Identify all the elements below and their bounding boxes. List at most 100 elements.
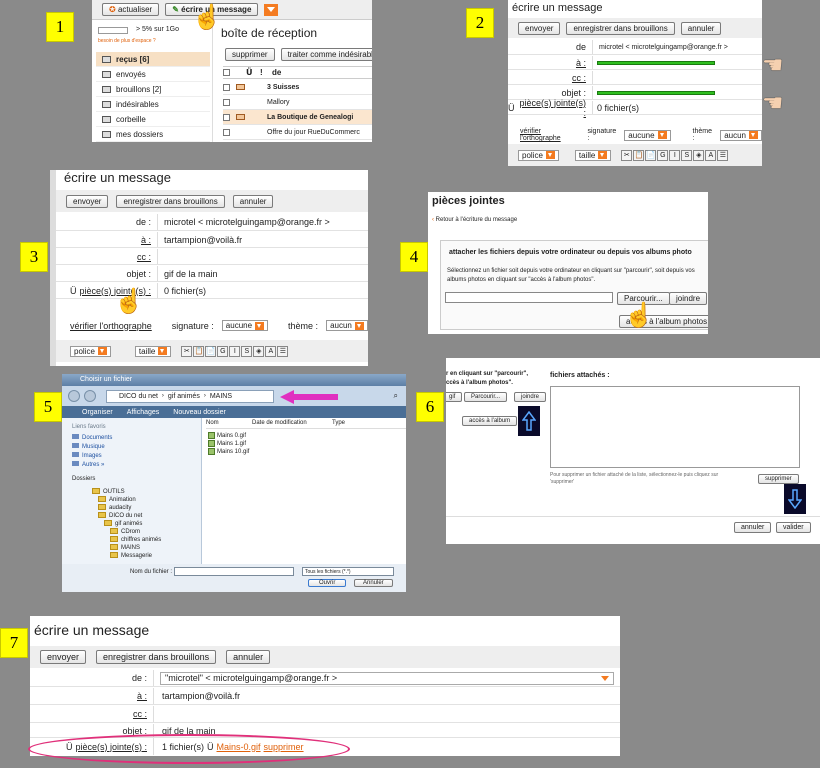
spellcheck-link[interactable]: vérifier l'orthographe — [520, 128, 574, 142]
file-path-input[interactable] — [445, 292, 613, 303]
browse-button[interactable]: Parcourir... — [464, 392, 508, 402]
to-label[interactable]: à : — [508, 56, 593, 69]
cancel-button[interactable]: annuler — [734, 522, 772, 533]
row-checkbox[interactable] — [223, 128, 230, 136]
table-row[interactable]: Offre du jour RueDuCommerc — [223, 125, 372, 140]
format-tool-3-icon[interactable]: G — [217, 346, 229, 357]
tree-item[interactable]: chiffres animés — [92, 536, 161, 544]
select-all-checkbox[interactable] — [223, 69, 230, 76]
path-breadcrumb[interactable]: DICO du net › gif animés › MAINS — [106, 389, 274, 403]
cc-label[interactable]: cc : — [508, 71, 593, 84]
dialog-cancel-button[interactable]: Annuler — [354, 579, 393, 587]
send-button[interactable]: envoyer — [40, 650, 87, 664]
sidebar-item[interactable]: reçus [6] — [96, 52, 210, 67]
filename-input[interactable] — [174, 567, 294, 576]
send-button[interactable]: envoyer — [66, 194, 109, 208]
theme-select[interactable]: aucun — [720, 129, 762, 141]
font-select[interactable]: police — [518, 149, 559, 161]
to-input[interactable] — [593, 60, 762, 65]
sidebar-item[interactable]: mes dossiers — [96, 127, 210, 142]
format-tool-0-icon[interactable]: ✂ — [181, 346, 193, 357]
from-select[interactable]: "microtel" < microtelguingamp@orange.fr … — [160, 671, 614, 685]
format-tool-7-icon[interactable]: A — [705, 150, 717, 161]
join-button[interactable]: joindre — [669, 292, 708, 305]
format-tool-0-icon[interactable]: ✂ — [621, 150, 633, 161]
new-folder-button[interactable]: Nouveau dossier — [173, 409, 226, 416]
save-draft-button[interactable]: enregistrer dans brouillons — [96, 650, 217, 664]
date-column[interactable]: Date de modification — [252, 420, 332, 428]
format-tool-5-icon[interactable]: S — [241, 346, 253, 357]
table-row[interactable]: Mallory — [223, 95, 372, 110]
name-column[interactable]: Nom — [206, 420, 252, 428]
signature-select[interactable]: aucune — [221, 320, 269, 331]
format-tool-5-icon[interactable]: S — [681, 150, 693, 161]
forward-nav-icon[interactable] — [84, 390, 96, 402]
font-select[interactable]: police — [70, 345, 111, 357]
search-icon[interactable]: ⌕ — [394, 391, 398, 401]
path-segment[interactable]: MAINS — [210, 393, 232, 400]
subject-input[interactable] — [593, 90, 762, 95]
format-tool-6-icon[interactable]: ◈ — [693, 150, 705, 161]
path-segment[interactable]: gif animés — [168, 393, 200, 400]
format-tool-4-icon[interactable]: I — [229, 346, 241, 357]
from-value[interactable]: microtel < microtelguingamp@orange.fr > — [158, 217, 330, 227]
favorite-item[interactable]: Documents — [72, 434, 112, 443]
format-tool-1-icon[interactable]: 📋 — [193, 346, 205, 357]
file-item[interactable]: Mains 0.gif — [208, 432, 249, 440]
back-link[interactable]: ‹ Retour à l'écriture du message — [432, 217, 517, 223]
size-select[interactable]: taille — [574, 149, 612, 161]
table-row[interactable]: 3 Suisses — [223, 80, 372, 95]
format-tool-1-icon[interactable]: 📋 — [633, 150, 645, 161]
quota-hint-link[interactable]: besoin de plus d'espace ? — [98, 38, 156, 44]
favorite-item[interactable]: Images — [72, 452, 112, 461]
to-input[interactable]: tartampion@voilà.fr — [154, 691, 240, 701]
attachment-label[interactable]: Üpièce(s) jointe(s) : — [508, 98, 593, 118]
tree-item[interactable]: DICO du net — [92, 512, 161, 520]
remove-button[interactable]: supprimer — [758, 474, 799, 484]
size-select[interactable]: taille — [134, 345, 172, 357]
format-tool-4-icon[interactable]: I — [669, 150, 681, 161]
sidebar-item[interactable]: envoyés — [96, 67, 210, 82]
table-row[interactable]: La Boutique de Genealogi — [223, 110, 372, 125]
path-segment[interactable]: DICO du net — [119, 393, 158, 400]
save-draft-button[interactable]: enregistrer dans brouillons — [566, 21, 675, 35]
spellcheck-link[interactable]: vérifier l'orthographe — [70, 321, 152, 331]
type-column[interactable]: Type — [332, 420, 345, 428]
open-button[interactable]: Ouvrir — [308, 579, 347, 587]
cancel-button[interactable]: annuler — [226, 650, 271, 664]
file-item[interactable]: Mains 1.gif — [208, 440, 249, 448]
filetype-select[interactable]: Tous les fichiers (*.*) — [302, 567, 394, 576]
attached-files-list[interactable] — [550, 386, 800, 468]
format-tool-6-icon[interactable]: ◈ — [253, 346, 265, 357]
validate-button[interactable]: valider — [776, 522, 811, 533]
signature-select[interactable]: aucune — [624, 129, 671, 141]
row-checkbox[interactable] — [223, 113, 230, 121]
cancel-button[interactable]: annuler — [680, 21, 722, 35]
tree-item[interactable]: CDrom — [92, 528, 161, 536]
organize-menu[interactable]: Organiser — [82, 409, 113, 416]
views-menu[interactable]: Affichages — [127, 409, 160, 416]
tree-item[interactable]: audacity — [92, 504, 161, 512]
row-checkbox[interactable] — [223, 83, 230, 91]
dropdown-arrow-icon[interactable] — [264, 3, 279, 16]
format-tool-8-icon[interactable]: ☰ — [277, 346, 289, 357]
theme-select[interactable]: aucun — [326, 320, 368, 331]
to-label[interactable]: à : — [56, 232, 158, 247]
cc-label[interactable]: cc : — [30, 706, 154, 722]
favorite-item[interactable]: Autres » — [72, 461, 112, 470]
from-value[interactable]: microtel < microtelguingamp@orange.fr > — [593, 44, 728, 51]
send-button[interactable]: envoyer — [518, 21, 561, 35]
sidebar-item[interactable]: indésirables — [96, 97, 210, 112]
to-label[interactable]: à : — [30, 688, 154, 704]
back-nav-icon[interactable] — [68, 390, 80, 402]
tree-item[interactable]: Animation — [92, 496, 161, 504]
cancel-button[interactable]: annuler — [232, 194, 274, 208]
save-draft-button[interactable]: enregistrer dans brouillons — [116, 194, 225, 208]
tree-item[interactable]: Messagerie — [92, 552, 161, 560]
format-tool-7-icon[interactable]: A — [265, 346, 277, 357]
cc-label[interactable]: cc : — [56, 249, 158, 264]
album-button[interactable]: accès à l'album — [462, 416, 518, 426]
delete-button[interactable]: supprimer — [225, 48, 275, 61]
favorite-item[interactable]: Musique — [72, 443, 112, 452]
subject-input[interactable]: gif de la main — [158, 269, 218, 279]
